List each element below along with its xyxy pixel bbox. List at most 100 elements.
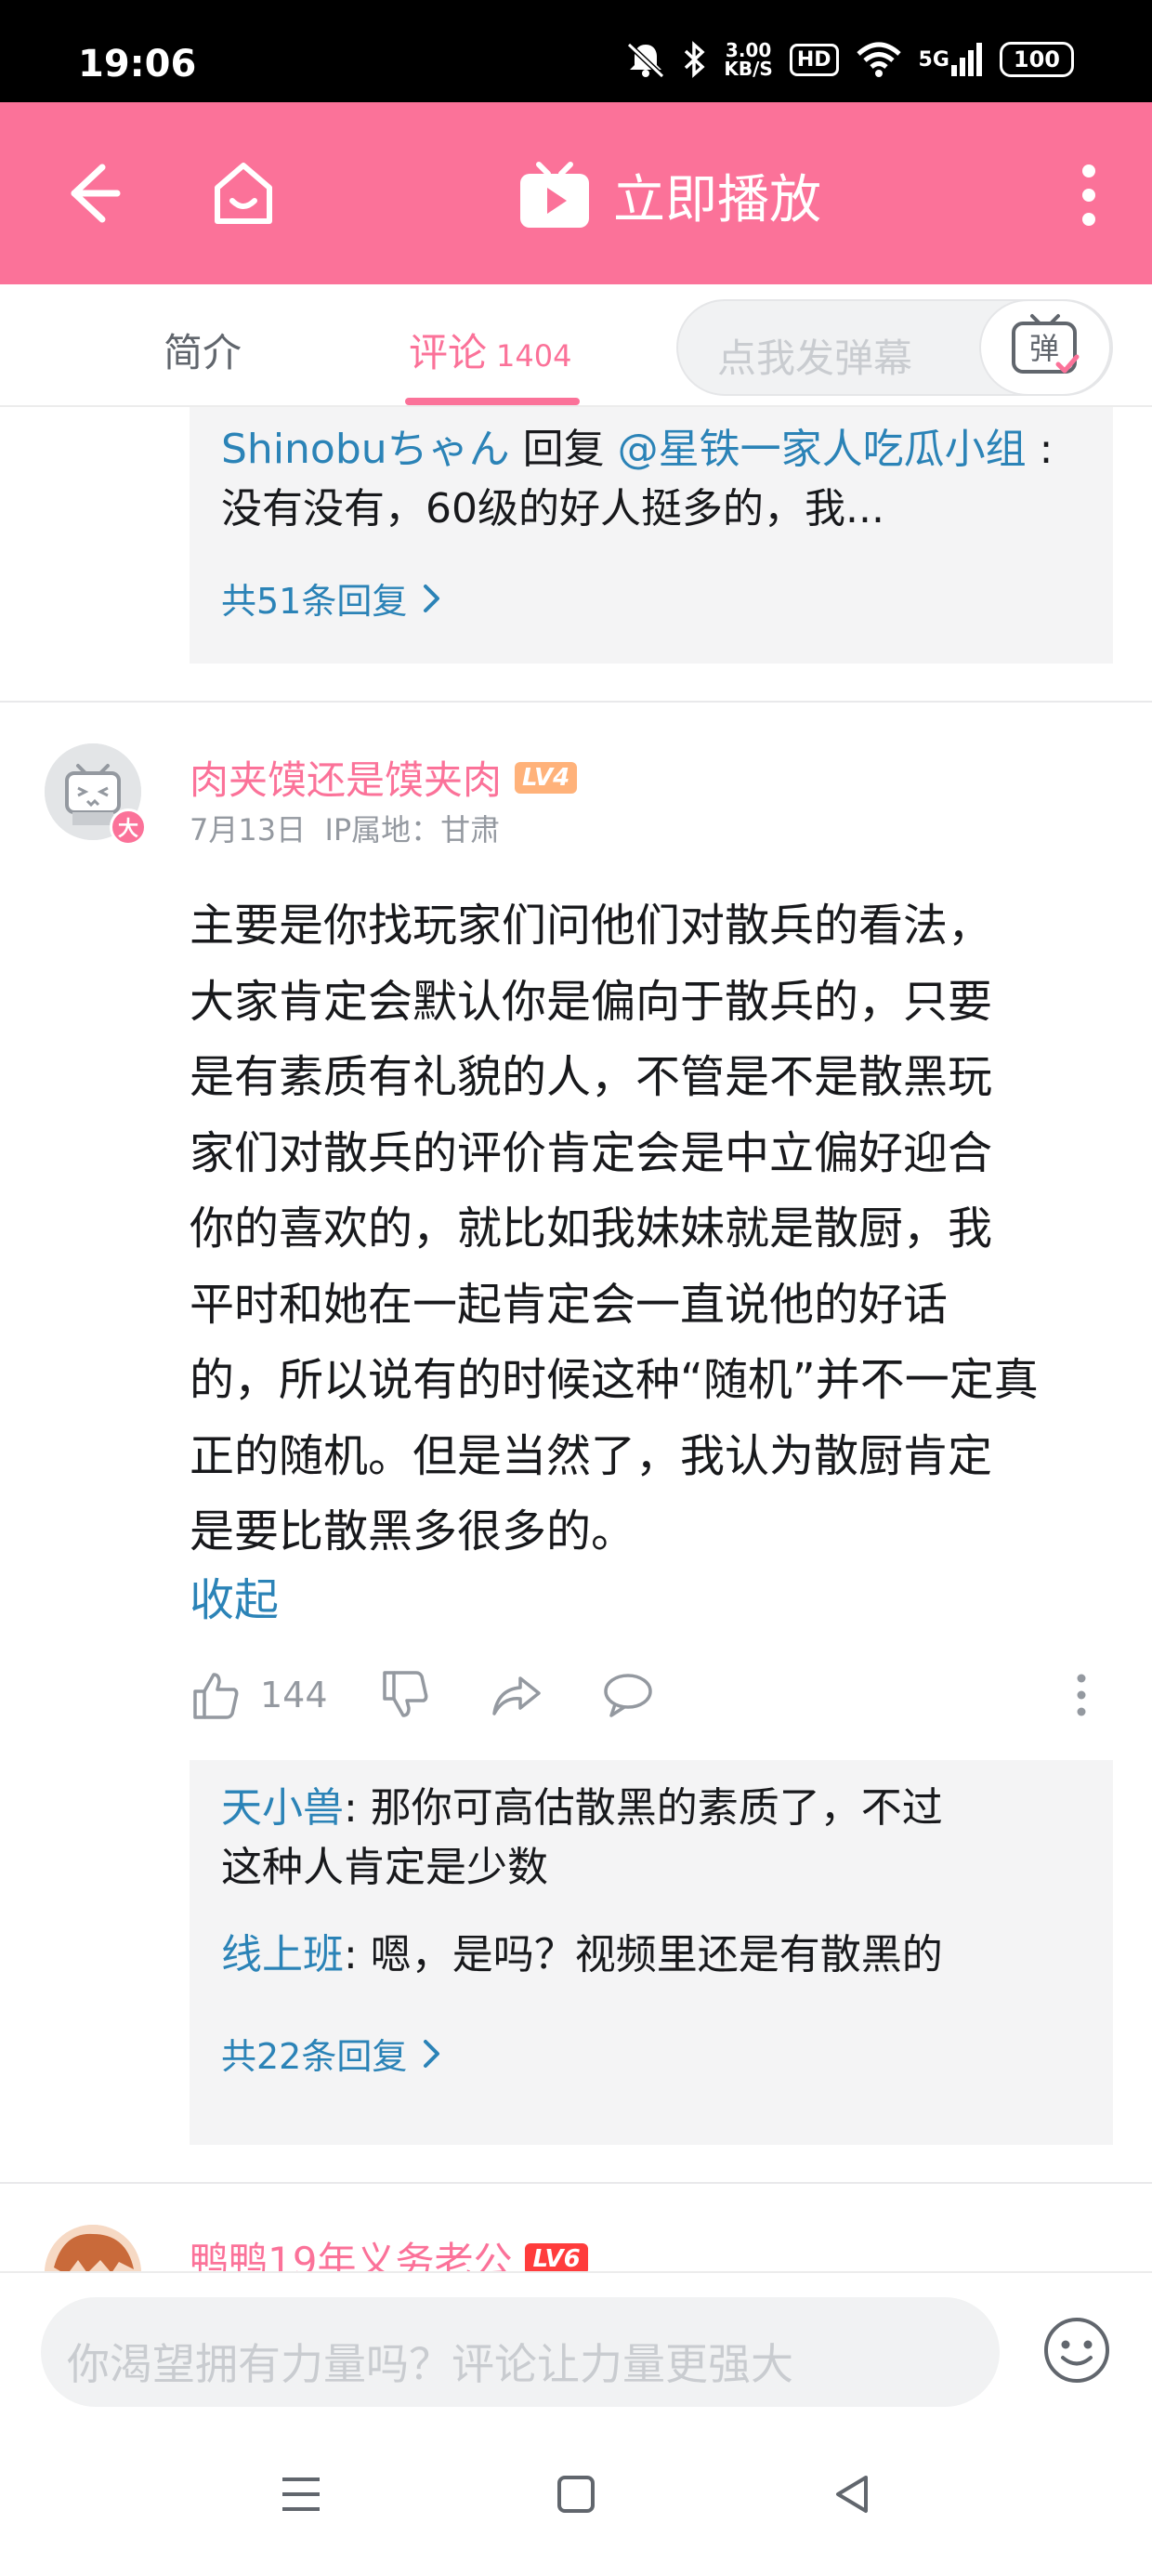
view-more-replies-link[interactable]: 共51条回复 [221,572,442,624]
reply-button[interactable] [602,1669,654,1721]
triangle-back-icon [836,2476,868,2513]
danmaku-button-label: 弹 [1029,331,1059,366]
network-speed: 3.00 KB/S [724,41,772,78]
emoji-icon [1044,2318,1109,2383]
comment-list: Shinobuちゃん 回复 @星铁一家人吃瓜小组 :没有没有，60级的好人挺多的… [0,407,1152,2271]
comment-username: 肉夹馍还是馍夹肉 [190,757,503,803]
reply-preview-box: Shinobuちゃん 回复 @星铁一家人吃瓜小组 :没有没有，60级的好人挺多的… [190,407,1113,664]
video-header: 立即播放 [0,102,1152,284]
square-icon [557,2476,595,2513]
comment-line: 主要是你找玩家们问他们对散兵的看法， [190,900,993,952]
reply-mention[interactable]: @星铁一家人吃瓜小组 [618,426,1027,473]
comment-line: 平时和她在一起肯定会一直说他的好话 [190,1278,949,1331]
danmaku-placeholder: 点我发弹幕 [717,335,913,381]
comment-composer: 你渴望拥有力量吗？评论让力量更强大 [0,2271,1152,2420]
danmaku-toggle-button[interactable]: 弹 [979,299,1111,396]
level-badge: LV4 [515,761,578,794]
tab-comments-label: 评论 [409,330,488,375]
more-options-icon[interactable] [1078,160,1100,230]
vip-badge: 大 [110,808,147,846]
like-count: 144 [260,1675,328,1715]
comment-username: 鸭鸭19年义务老公 [190,2239,513,2271]
home-nav-button[interactable] [548,2466,604,2522]
comment-bubble-icon [604,1674,652,1717]
dislike-button[interactable] [379,1669,431,1721]
home-button[interactable] [206,156,281,230]
comment-line: 家们对散兵的评价肯定会是中立偏好迎合 [190,1126,993,1179]
reply-text: 这种人肯定是少数 [221,1844,548,1891]
comment-line: 是要比散黑多很多的。 [190,1505,636,1557]
play-now-button[interactable]: 立即播放 [517,158,821,233]
signal-label: 5G [918,47,949,72]
active-tab-indicator [405,398,580,405]
comment-divider [0,701,1152,703]
reply-text: : 嗯，是吗？视频里还是有散黑的 [344,1931,943,1978]
comment-ip: IP属地：甘肃 [324,812,501,848]
status-icons: 3.00 KB/S HD 5G 100 [625,41,1074,78]
tab-comments-count: 1404 [496,338,572,374]
status-bar: 19:06 3.00 KB/S HD 5G 100 [0,0,1152,102]
comment-actions: 144 [190,1669,1096,1725]
clock: 19:06 [78,43,197,85]
comment-line: 正的随机。但是当然了，我认为散厨肯定 [190,1429,993,1482]
comment-input[interactable]: 你渴望拥有力量吗？评论让力量更强大 [41,2297,1000,2407]
play-now-label: 立即播放 [613,170,821,230]
comment-input-placeholder: 你渴望拥有力量吗？评论让力量更强大 [67,2339,793,2389]
reply-preview-item: 线上班: 嗯，是吗？视频里还是有散黑的 [221,1925,1085,1985]
system-nav-bar [0,2420,1152,2576]
danmaku-icon: 弹 [1012,314,1080,374]
comment-author[interactable]: 肉夹馍还是馍夹肉 LV4 [190,749,578,806]
reply-preview-item: 天小兽: 那你可高估散黑的素质了，不过这种人肯定是少数 [221,1779,1085,1898]
reply-text: : 那你可高估散黑的素质了，不过 [344,1784,943,1832]
comment-body: 主要是你找玩家们问他们对散兵的看法， 大家肯定会默认你是偏向于散兵的，只要 是有… [190,888,1115,1571]
reply-username[interactable]: 天小兽 [221,1784,344,1832]
share-icon [492,1676,541,1715]
comment-more-button[interactable] [1074,1669,1089,1721]
back-nav-button[interactable] [825,2466,881,2522]
share-button[interactable] [491,1669,543,1721]
tab-intro[interactable]: 简介 [164,322,242,378]
cellular-signal-icon: 5G [919,43,983,76]
chevron-right-icon [424,584,440,612]
emoji-button[interactable] [1042,2316,1111,2385]
comment-author[interactable]: 鸭鸭19年义务老公 LV6 [190,2230,588,2271]
more-replies-label: 共51条回复 [221,581,408,622]
reply-preview-item: Shinobuちゃん 回复 @星铁一家人吃瓜小组 :没有没有，60级的好人挺多的… [221,420,1085,539]
battery-indicator: 100 [999,42,1074,77]
speed-unit: KB/S [724,58,773,80]
reply-username[interactable]: Shinobuちゃん [221,426,510,473]
comment-date: 7月13日 [190,812,307,848]
user-avatar-icon [45,2225,141,2271]
tab-comments[interactable]: 评论 1404 [409,322,571,378]
comment-meta: 7月13日 IP属地：甘肃 [190,807,500,849]
wifi-icon [856,41,902,78]
comment-line: 大家肯定会默认你是偏向于散兵的，只要 [190,975,993,1028]
tv-play-icon [520,161,589,228]
tab-bar: 简介 评论 1404 点我发弹幕 弹 [0,284,1152,407]
chevron-right-icon [424,2039,440,2068]
comment-line: 的，所以说有的时候这种“随机”并不一定真 [190,1354,1039,1406]
comment-line: 是有素质有礼貌的人，不管是不是散黑玩 [190,1051,993,1103]
hd-badge: HD [789,43,839,76]
comment-line: 你的喜欢的，就比如我妹妹就是散厨，我 [190,1203,993,1255]
like-button[interactable]: 144 [190,1669,328,1721]
view-more-replies-link[interactable]: 共22条回复 [221,2028,442,2079]
avatar[interactable]: 大 [45,743,147,846]
more-vertical-icon [1077,1674,1086,1716]
back-button[interactable] [56,158,126,229]
mute-icon [625,41,666,78]
recent-apps-button[interactable] [273,2466,329,2522]
collapse-link[interactable]: 收起 [190,1563,279,1628]
reply-username[interactable]: 线上班 [221,1931,344,1978]
level-badge: LV6 [525,2242,588,2271]
comment-divider [0,2182,1152,2184]
danmaku-input[interactable]: 点我发弹幕 弹 [676,299,1113,396]
thumbs-down-icon [383,1671,428,1717]
thumbs-up-icon [193,1673,239,1719]
menu-icon [282,2477,320,2511]
more-replies-label: 共22条回复 [221,2036,408,2077]
reply-word: 回复 [509,426,618,473]
bluetooth-icon [683,41,707,78]
reply-preview-box: 天小兽: 那你可高估散黑的素质了，不过这种人肯定是少数 线上班: 嗯，是吗？视频… [190,1760,1113,2145]
avatar[interactable] [45,2225,141,2271]
